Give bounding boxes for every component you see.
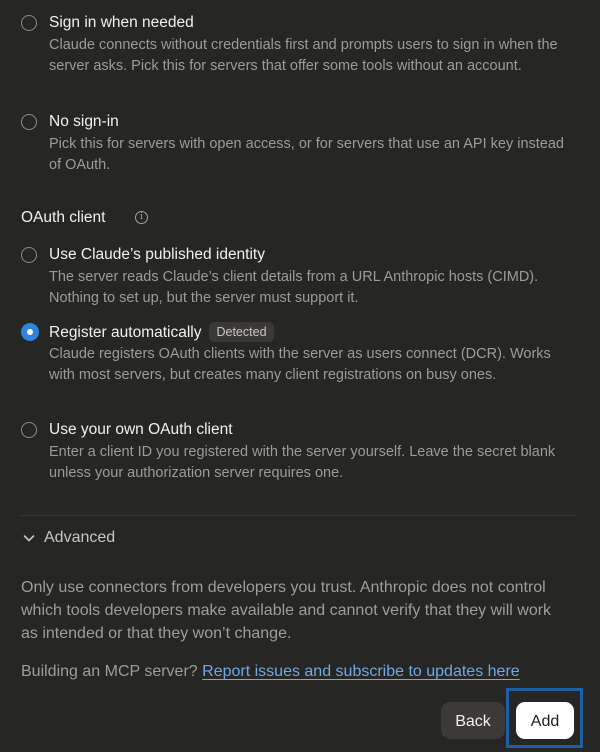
option-title: Register automatically Detected (49, 322, 274, 343)
radio-no-sign-in[interactable] (21, 114, 37, 130)
back-button[interactable]: Back (441, 702, 505, 739)
oauth-client-heading: OAuth client (21, 209, 106, 226)
report-issues-link[interactable]: Report issues and subscribe to updates h… (202, 663, 520, 680)
radio-own-oauth-client[interactable] (21, 422, 37, 438)
advanced-label: Advanced (44, 529, 116, 546)
option-description: Pick this for servers with open access, … (49, 136, 564, 173)
option-description: Enter a client ID you registered with th… (49, 444, 556, 481)
divider (21, 515, 576, 516)
detected-badge: Detected (209, 322, 274, 342)
advanced-toggle[interactable]: Advanced (21, 527, 115, 549)
mcp-server-line: Building an MCP server? Report issues an… (21, 660, 520, 683)
option-title: Use Claude’s published identity (49, 246, 265, 263)
option-no-sign-in[interactable]: No sign-in Pick this for servers with op… (21, 112, 576, 176)
info-icon[interactable]: i (135, 211, 148, 224)
option-sign-in-when-needed[interactable]: Sign in when needed Claude connects with… (21, 13, 576, 99)
mcp-prefix: Building an MCP server? (21, 663, 198, 680)
trust-notice: Only use connectors from developers you … (21, 579, 552, 642)
radio-published-identity[interactable] (21, 247, 37, 263)
radio-register-automatically[interactable] (21, 323, 39, 341)
option-description: The server reads Claude’s client details… (49, 269, 539, 306)
option-register-automatically[interactable]: Register automatically Detected Claude re… (21, 322, 576, 408)
option-description: Claude connects without credentials firs… (49, 37, 558, 74)
radio-sign-in-when-needed[interactable] (21, 15, 37, 31)
option-title: No sign-in (49, 113, 119, 130)
add-button[interactable]: Add (516, 702, 574, 739)
add-connector-dialog: Sign in when needed Claude connects with… (0, 0, 600, 752)
option-title: Sign in when needed (49, 14, 194, 31)
option-own-oauth-client[interactable]: Use your own OAuth client Enter a client… (21, 420, 576, 484)
option-description: Claude registers OAuth clients with the … (49, 346, 551, 383)
option-title-text: Register automatically (49, 324, 202, 341)
option-published-identity[interactable]: Use Claude’s published identity The serv… (21, 245, 576, 309)
chevron-down-icon (23, 535, 35, 542)
option-title: Use your own OAuth client (49, 421, 233, 438)
